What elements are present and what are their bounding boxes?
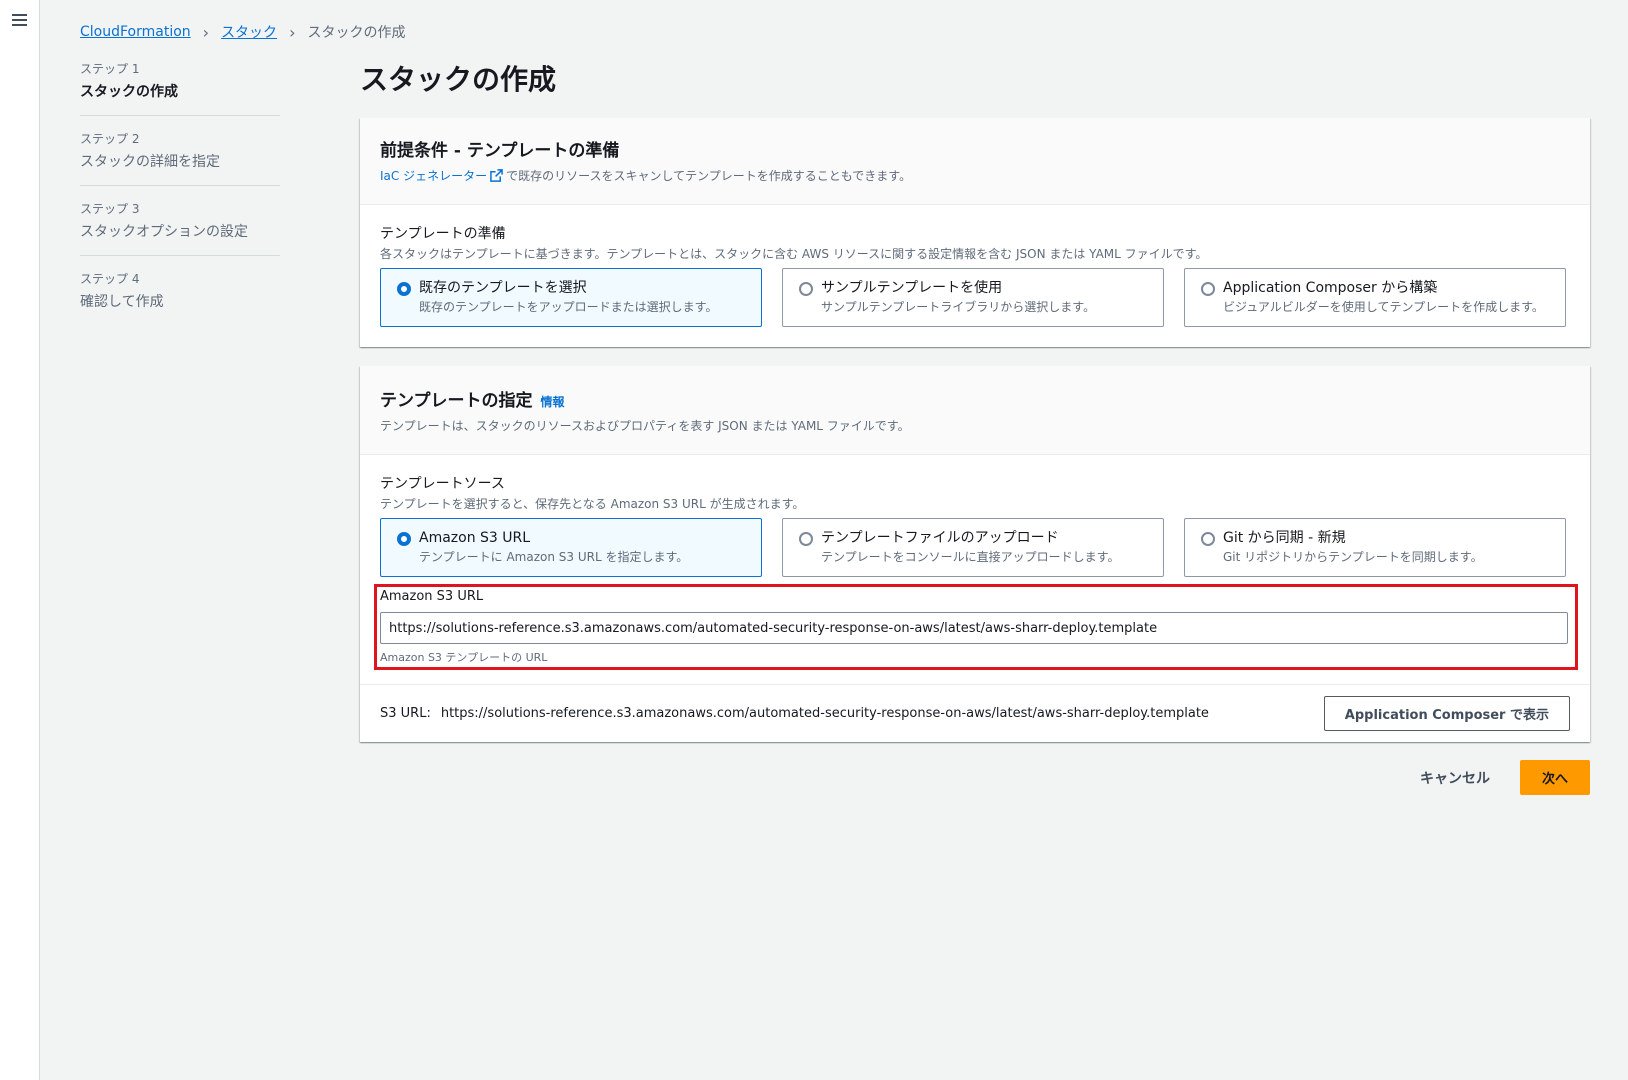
radio-icon[interactable] xyxy=(1201,532,1215,546)
s3-url-footer: S3 URL: https://solutions-reference.s3.a… xyxy=(360,684,1590,742)
option-description: テンプレートに Amazon S3 URL を指定します。 xyxy=(419,550,689,564)
prepare-template-options: 既存のテンプレートを選択 既存のテンプレートをアップロードまたは選択します。 サ… xyxy=(380,268,1570,327)
iac-generator-link[interactable]: IaC ジェネレーター xyxy=(380,169,487,183)
option-title: Application Composer から構築 xyxy=(1223,280,1438,296)
iac-description: で既存のリソースをスキャンしてテンプレートを作成することもできます。 xyxy=(506,169,912,183)
panel-body: テンプレートの準備 各スタックはテンプレートに基づきます。テンプレートとは、スタ… xyxy=(360,205,1590,347)
chevron-right-icon: › xyxy=(289,22,296,42)
info-link[interactable]: 情報 xyxy=(541,395,565,409)
radio-selected-icon[interactable] xyxy=(397,532,411,546)
option-description: Git リポジトリからテンプレートを同期します。 xyxy=(1223,550,1483,564)
option-title: テンプレートファイルのアップロード xyxy=(821,530,1059,546)
wizard-step-1: ステップ 1 スタックの作成 xyxy=(80,60,280,116)
option-title: Amazon S3 URL xyxy=(419,530,531,546)
step-title: スタックの作成 xyxy=(80,84,178,100)
template-source-label: テンプレートソース xyxy=(380,476,505,492)
breadcrumb-cloudformation[interactable]: CloudFormation xyxy=(80,24,191,40)
prepare-template-description: 各スタックはテンプレートに基づきます。テンプレートとは、スタックに含む AWS … xyxy=(380,247,1208,261)
option-sync-from-git[interactable]: Git から同期 - 新規 Git リポジトリからテンプレートを同期します。 xyxy=(1184,518,1566,577)
step-title: スタックオプションの設定 xyxy=(80,224,248,240)
option-title: 既存のテンプレートを選択 xyxy=(419,280,587,296)
panel-header: 前提条件 - テンプレートの準備 IaC ジェネレーター で既存のリソースをスキャ… xyxy=(360,118,1590,205)
template-source-description: テンプレートを選択すると、保存先となる Amazon S3 URL が生成されま… xyxy=(380,497,805,511)
wizard-step-3: ステップ 3 スタックオプションの設定 xyxy=(80,200,280,256)
side-navigation-rail xyxy=(0,0,40,1080)
wizard-actions: キャンセル 次へ xyxy=(1416,760,1590,795)
option-existing-template[interactable]: 既存のテンプレートを選択 既存のテンプレートをアップロードまたは選択します。 xyxy=(380,268,762,327)
s3-url-footer-label: S3 URL: xyxy=(380,706,431,721)
option-description: テンプレートをコンソールに直接アップロードします。 xyxy=(821,550,1120,564)
panel-title-text: テンプレートの指定 xyxy=(380,391,533,411)
chevron-right-icon: › xyxy=(202,22,210,42)
option-description: 既存のテンプレートをアップロードまたは選択します。 xyxy=(419,300,718,314)
s3-url-input[interactable] xyxy=(380,612,1568,644)
option-title: サンプルテンプレートを使用 xyxy=(821,280,1003,296)
step-number: ステップ 1 xyxy=(80,62,140,76)
panel-title: 前提条件 - テンプレートの準備 xyxy=(380,141,620,161)
template-source-options: Amazon S3 URL テンプレートに Amazon S3 URL を指定し… xyxy=(380,518,1570,577)
step-title: スタックの詳細を指定 xyxy=(80,154,220,170)
panel-title: テンプレートの指定 情報 xyxy=(380,386,1570,411)
option-sample-template[interactable]: サンプルテンプレートを使用 サンプルテンプレートライブラリから選択します。 xyxy=(782,268,1164,327)
option-title: Git から同期 - 新規 xyxy=(1223,530,1346,546)
s3-url-hint: Amazon S3 テンプレートの URL xyxy=(380,651,548,664)
option-description: サンプルテンプレートライブラリから選択します。 xyxy=(821,300,1096,314)
breadcrumb-stacks[interactable]: スタック xyxy=(221,22,277,42)
s3-url-footer-value: https://solutions-reference.s3.amazonaws… xyxy=(440,706,1209,721)
panel-header: テンプレートの指定 情報 テンプレートは、スタックのリソースおよびプロパティを表す… xyxy=(360,366,1590,455)
prepare-template-label: テンプレートの準備 xyxy=(380,226,506,242)
radio-icon[interactable] xyxy=(799,282,813,296)
panel-body: テンプレートソース テンプレートを選択すると、保存先となる Amazon S3 … xyxy=(360,455,1590,597)
breadcrumb: CloudFormation › スタック › スタックの作成 xyxy=(80,20,405,44)
wizard-step-2: ステップ 2 スタックの詳細を指定 xyxy=(80,130,280,186)
wizard-step-4: ステップ 4 確認して作成 xyxy=(80,270,280,325)
page-title: スタックの作成 xyxy=(360,63,557,96)
radio-icon[interactable] xyxy=(799,532,813,546)
panel-description: IaC ジェネレーター で既存のリソースをスキャンしてテンプレートを作成することも… xyxy=(380,167,1570,184)
wizard-steps: ステップ 1 スタックの作成 ステップ 2 スタックの詳細を指定 ステップ 3 … xyxy=(80,60,280,339)
prerequisite-panel: 前提条件 - テンプレートの準備 IaC ジェネレーター で既存のリソースをスキャ… xyxy=(360,118,1590,347)
step-number: ステップ 4 xyxy=(80,272,140,286)
step-number: ステップ 3 xyxy=(80,202,140,216)
radio-selected-icon[interactable] xyxy=(397,282,411,296)
cancel-button[interactable]: キャンセル xyxy=(1416,761,1494,795)
external-link-icon xyxy=(490,169,503,182)
option-application-composer[interactable]: Application Composer から構築 ビジュアルビルダーを使用して… xyxy=(1184,268,1566,327)
next-button[interactable]: 次へ xyxy=(1519,760,1590,795)
radio-icon[interactable] xyxy=(1201,282,1215,296)
panel-description: テンプレートは、スタックのリソースおよびプロパティを表す JSON または YA… xyxy=(380,419,910,433)
s3-url-label: Amazon S3 URL xyxy=(380,589,484,604)
step-number: ステップ 2 xyxy=(80,132,140,146)
breadcrumb-current: スタックの作成 xyxy=(307,25,406,41)
option-upload-template-file[interactable]: テンプレートファイルのアップロード テンプレートをコンソールに直接アップロードし… xyxy=(782,518,1164,577)
option-description: ビジュアルビルダーを使用してテンプレートを作成します。 xyxy=(1223,300,1544,314)
option-amazon-s3-url[interactable]: Amazon S3 URL テンプレートに Amazon S3 URL を指定し… xyxy=(380,518,762,577)
menu-icon[interactable] xyxy=(12,14,27,26)
step-title: 確認して作成 xyxy=(80,294,164,310)
view-in-application-composer-button[interactable]: Application Composer で表示 xyxy=(1323,696,1570,731)
